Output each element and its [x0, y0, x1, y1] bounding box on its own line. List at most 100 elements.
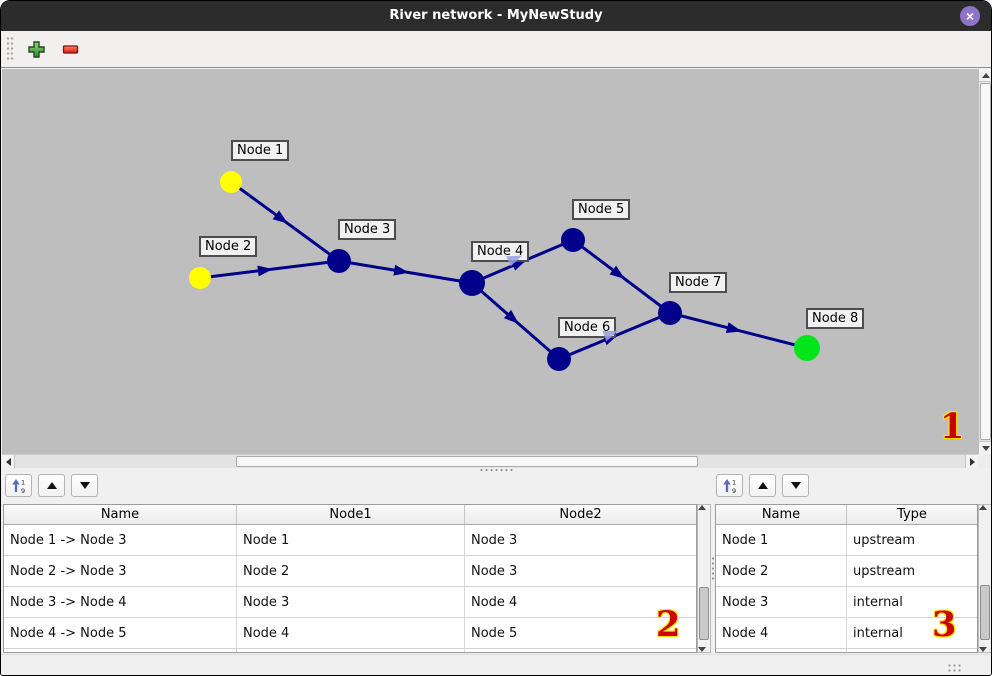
- up-triangle-icon: [47, 482, 57, 489]
- table-cell[interactable]: Node 3 -> Node 4: [4, 587, 237, 617]
- annotation-marker-3: 3: [932, 607, 956, 642]
- table-cell[interactable]: Node 1: [237, 525, 465, 555]
- scroll-down-button[interactable]: [979, 441, 992, 454]
- table-cell[interactable]: Node 2: [237, 556, 465, 586]
- links-toolbar: 1 9: [5, 474, 98, 497]
- column-header[interactable]: Name: [4, 505, 237, 524]
- scroll-down-button[interactable]: [698, 647, 706, 652]
- move-link-down-button[interactable]: [71, 474, 98, 497]
- down-triangle-icon: [80, 482, 90, 489]
- table-header-row: NameType: [716, 505, 977, 525]
- table-cell[interactable]: Node 2 -> Node 3: [4, 556, 237, 586]
- canvas-vertical-scrollbar[interactable]: [978, 69, 992, 454]
- table-cell[interactable]: [716, 649, 847, 653]
- svg-text:1: 1: [21, 478, 25, 486]
- main-toolbar: [1, 31, 991, 68]
- scroll-up-button[interactable]: [979, 505, 987, 510]
- table-cell[interactable]: Node 3: [465, 556, 696, 586]
- table-cell[interactable]: Node 4: [716, 618, 847, 648]
- node-label[interactable]: Node 2: [199, 236, 257, 257]
- scrollbar-thumb[interactable]: [236, 456, 698, 467]
- links-table-scrollbar[interactable]: [697, 504, 711, 653]
- table-cell[interactable]: Node 1 -> Node 3: [4, 525, 237, 555]
- green-plus-icon: [28, 41, 45, 58]
- scroll-up-button[interactable]: [698, 505, 706, 510]
- node-label[interactable]: Node 4: [471, 241, 529, 262]
- table-cell[interactable]: internal: [847, 587, 977, 617]
- move-node-up-button[interactable]: [749, 474, 776, 497]
- column-header[interactable]: Node2: [465, 505, 696, 524]
- scroll-down-button[interactable]: [979, 647, 987, 652]
- table-cell[interactable]: Node 3: [465, 525, 696, 555]
- table-row[interactable]: [4, 649, 696, 653]
- table-cell[interactable]: Node 2: [716, 556, 847, 586]
- sort-nodes-button[interactable]: 1 9: [716, 474, 743, 497]
- table-cell[interactable]: internal: [847, 618, 977, 648]
- titlebar[interactable]: River network - MyNewStudy ×: [1, 1, 991, 31]
- toolbar-drag-handle[interactable]: [6, 36, 14, 62]
- links-table: NameNode1Node2Node 1 -> Node 3Node 1Node…: [3, 504, 697, 653]
- table-row[interactable]: Node 4 -> Node 5Node 4Node 5: [4, 618, 696, 649]
- node-label[interactable]: Node 8: [806, 308, 864, 329]
- svg-text:1: 1: [732, 478, 736, 486]
- table-row[interactable]: Node 1upstream: [716, 525, 977, 556]
- node-labels-layer: Node 1 Node 2 Node 3 Node 4 Node 5 Node 6 Node…: [2, 69, 978, 454]
- window-title: River network - MyNewStudy: [1, 1, 991, 31]
- move-link-up-button[interactable]: [38, 474, 65, 497]
- table-cell[interactable]: Node 1: [716, 525, 847, 555]
- up-arrow-icon: [698, 505, 706, 510]
- scroll-up-button[interactable]: [979, 69, 992, 82]
- scrollbar-thumb[interactable]: [980, 585, 990, 640]
- resize-grip[interactable]: [947, 663, 961, 673]
- table-cell[interactable]: Node 4 -> Node 5: [4, 618, 237, 648]
- table-row[interactable]: Node 2upstream: [716, 556, 977, 587]
- table-row[interactable]: Node 3 -> Node 4Node 3Node 4: [4, 587, 696, 618]
- add-button[interactable]: [23, 36, 49, 62]
- table-cell[interactable]: upstream: [847, 525, 977, 555]
- splitter-handle-dots: [479, 468, 513, 473]
- move-node-down-button[interactable]: [782, 474, 809, 497]
- table-cell[interactable]: [465, 649, 696, 653]
- close-button[interactable]: ×: [960, 6, 980, 26]
- table-cell[interactable]: Node 3: [237, 587, 465, 617]
- table-cell[interactable]: [237, 649, 465, 653]
- table-cell[interactable]: [4, 649, 237, 653]
- table-row[interactable]: [716, 649, 977, 653]
- node-label[interactable]: Node 3: [338, 219, 396, 240]
- right-arrow-icon: [970, 458, 975, 466]
- status-bar: [1, 654, 991, 675]
- close-icon: ×: [960, 7, 980, 26]
- scrollbar-thumb[interactable]: [980, 83, 991, 440]
- annotation-marker-2: 2: [656, 607, 680, 642]
- node-label[interactable]: Node 1: [231, 140, 289, 161]
- column-header[interactable]: Type: [847, 505, 977, 524]
- node-label[interactable]: Node 6: [558, 317, 616, 338]
- panel-splitter[interactable]: [1, 468, 991, 473]
- scroll-right-button[interactable]: [965, 455, 978, 468]
- scrollbar-thumb[interactable]: [699, 587, 709, 640]
- up-triangle-icon: [758, 482, 768, 489]
- svg-text:9: 9: [21, 487, 25, 494]
- scroll-left-button[interactable]: [2, 455, 15, 468]
- remove-button[interactable]: [57, 36, 83, 62]
- table-cell[interactable]: Node 3: [716, 587, 847, 617]
- column-header[interactable]: Name: [716, 505, 847, 524]
- node-label[interactable]: Node 5: [572, 199, 630, 220]
- table-cell[interactable]: upstream: [847, 556, 977, 586]
- table-row[interactable]: Node 2 -> Node 3Node 2Node 3: [4, 556, 696, 587]
- down-triangle-icon: [791, 482, 801, 489]
- column-header[interactable]: Node1: [237, 505, 465, 524]
- table-row[interactable]: Node 1 -> Node 3Node 1Node 3: [4, 525, 696, 556]
- red-minus-icon: [62, 41, 79, 58]
- table-cell[interactable]: [847, 649, 977, 653]
- sort-ascending-icon: 1 9: [11, 478, 27, 494]
- sort-links-button[interactable]: 1 9: [5, 474, 32, 497]
- nodes-toolbar: 1 9: [716, 474, 809, 497]
- table-cell[interactable]: Node 4: [237, 618, 465, 648]
- nodes-table-scrollbar[interactable]: [978, 504, 992, 653]
- down-arrow-icon: [982, 446, 990, 451]
- node-label[interactable]: Node 7: [669, 272, 727, 293]
- canvas-horizontal-scrollbar[interactable]: [2, 454, 978, 468]
- sort-ascending-icon: 1 9: [722, 478, 738, 494]
- river-network-canvas[interactable]: Node 1 Node 2 Node 3 Node 4 Node 5 Node 6 Node…: [2, 69, 978, 454]
